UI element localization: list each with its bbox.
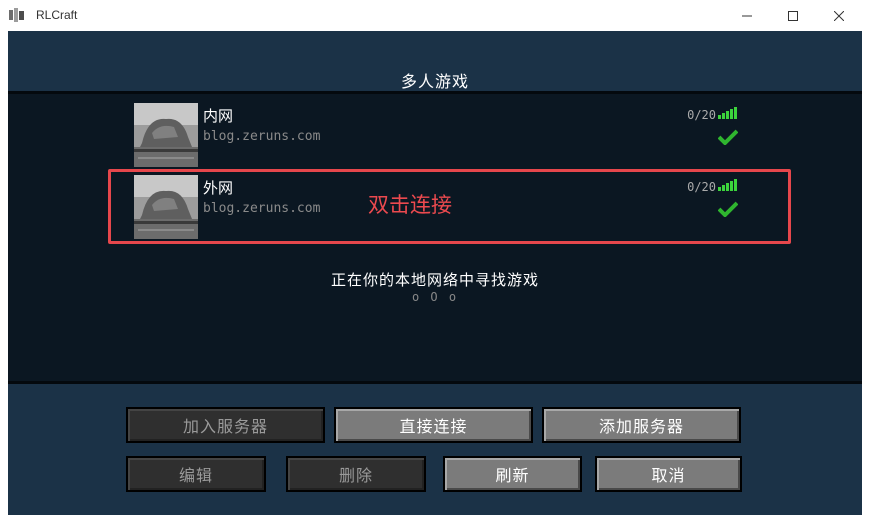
minimize-icon — [742, 15, 752, 16]
join-server-button[interactable]: 加入服务器 — [126, 407, 325, 443]
close-icon — [834, 10, 844, 21]
server-motd: blog.zeruns.com — [203, 129, 321, 144]
annotation-label: 双击连接 — [368, 193, 452, 217]
app-icon — [9, 8, 24, 22]
window-title: RLCraft — [36, 8, 78, 22]
cancel-button[interactable]: 取消 — [595, 456, 742, 492]
button-panel — [8, 381, 862, 515]
close-button[interactable] — [816, 0, 862, 31]
window-titlebar: RLCraft — [0, 0, 870, 31]
server-name: 内网 — [203, 107, 234, 125]
edit-button[interactable]: 编辑 — [126, 456, 266, 492]
server-icon — [134, 103, 198, 167]
lan-search-indicator: o O o — [411, 290, 459, 304]
refresh-button[interactable]: 刷新 — [443, 456, 582, 492]
player-count: 0/20 — [687, 108, 716, 122]
game-viewport: 多人游戏 内网 blog.zeruns.com 0/20 外网 blog.zer… — [8, 31, 862, 515]
add-server-button[interactable]: 添加服务器 — [542, 407, 741, 443]
signal-icon — [718, 107, 737, 119]
maximize-button[interactable] — [770, 0, 816, 31]
check-icon — [718, 129, 738, 145]
screen-title: 多人游戏 — [400, 72, 469, 91]
minimize-button[interactable] — [724, 0, 770, 31]
server-entry-1[interactable]: 内网 blog.zeruns.com 0/20 — [134, 103, 744, 167]
lan-search-status: 正在你的本地网络中寻找游戏 — [330, 271, 539, 289]
maximize-icon — [788, 10, 798, 21]
delete-button[interactable]: 删除 — [286, 456, 426, 492]
direct-connect-button[interactable]: 直接连接 — [334, 407, 533, 443]
